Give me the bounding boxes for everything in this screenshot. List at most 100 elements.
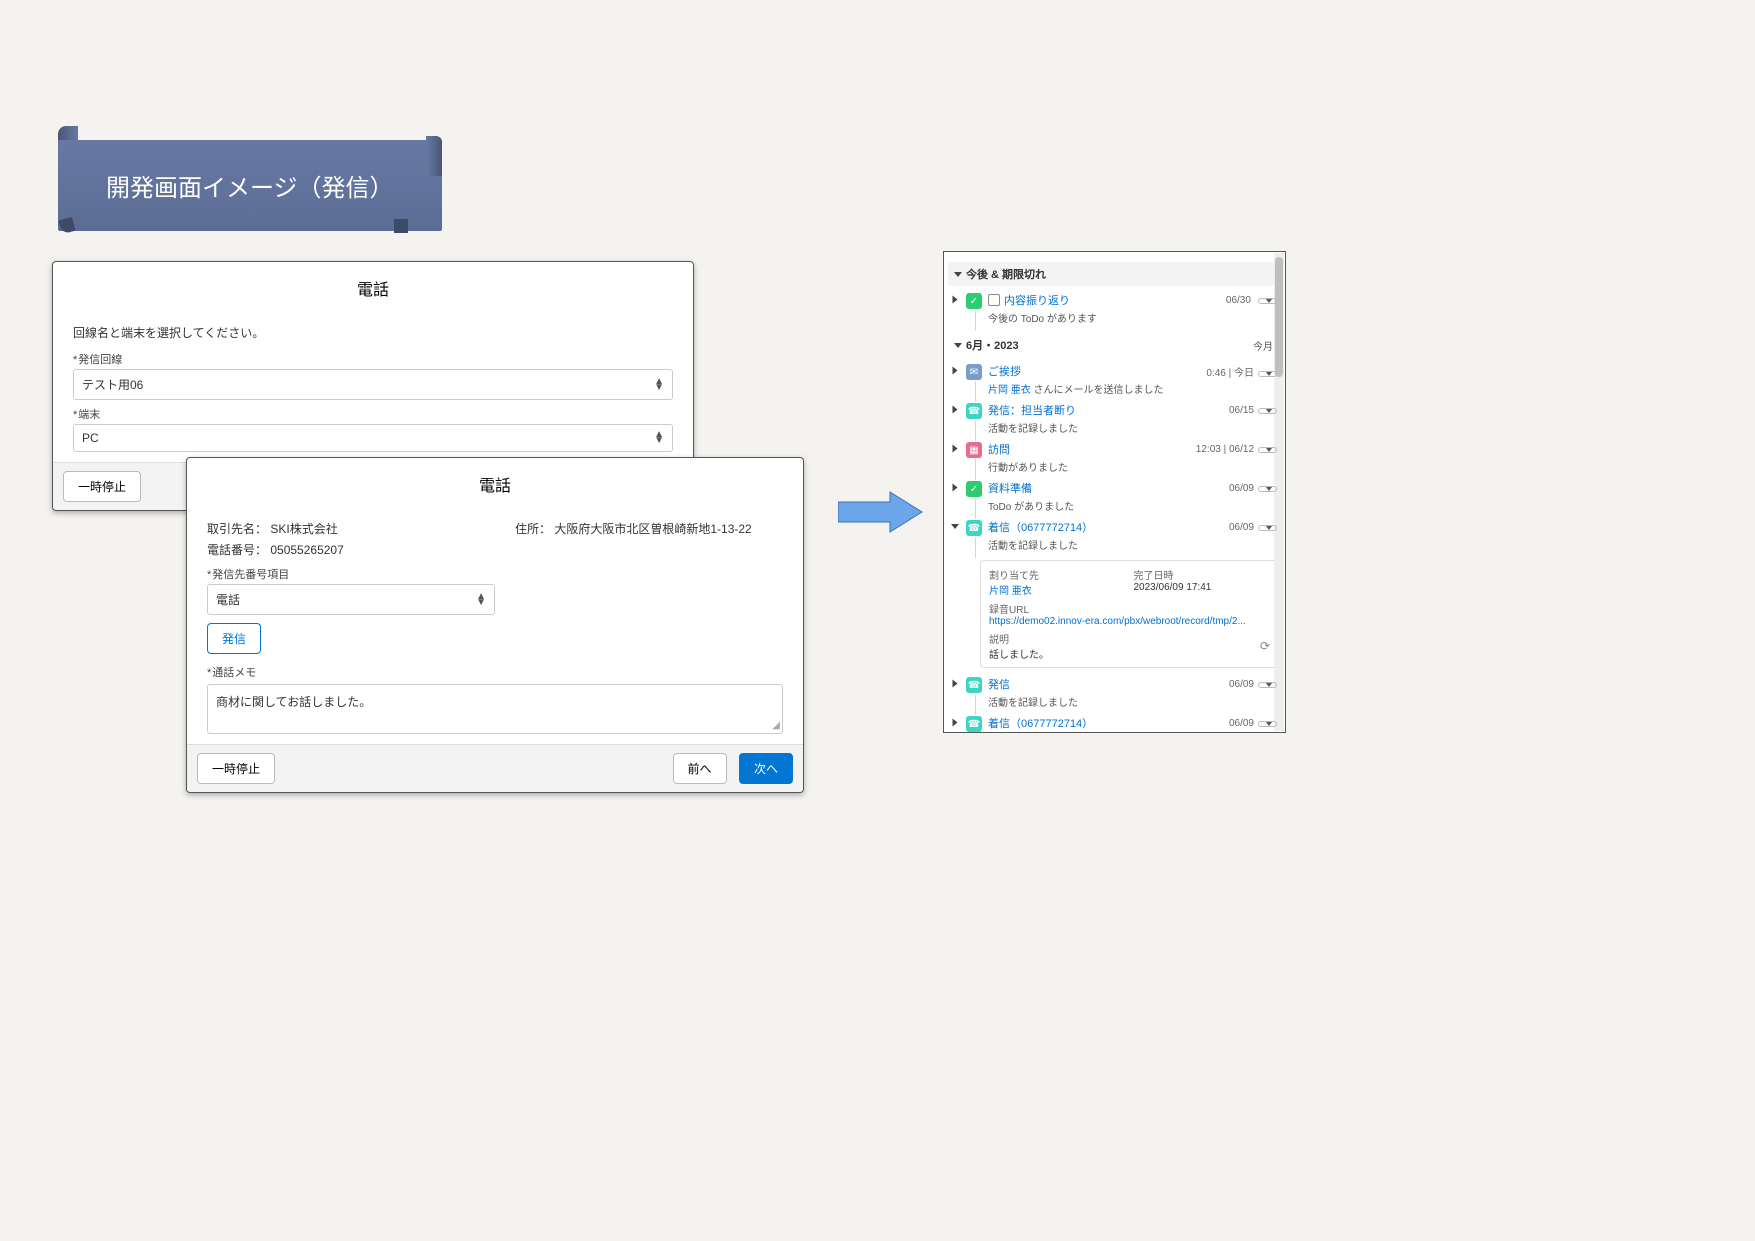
call-icon: ☎ (966, 520, 982, 536)
resize-handle-icon[interactable]: ◢ (772, 720, 780, 731)
chevron-right-icon (953, 484, 958, 492)
timeline-item[interactable]: ✉ ご挨拶 0:46 | 今日 片岡 亜衣 さんにメールを送信しました (948, 361, 1279, 400)
item-date: 12:03 | 06/12 (1196, 444, 1254, 455)
item-menu[interactable] (1258, 371, 1277, 377)
timeline-connector (975, 459, 976, 480)
terminal-value: PC (82, 431, 99, 445)
timeline-item[interactable]: ☎ 着信（0677772714） 06/09 活動を記録しました (948, 713, 1279, 732)
call-icon: ☎ (966, 403, 982, 419)
expand-chevron[interactable] (950, 676, 960, 689)
arrow-right-icon (838, 490, 924, 539)
timeline-item[interactable]: ▦ 訪問 12:03 | 06/12 行動がありました (948, 439, 1279, 478)
item-date: 06/30 (1226, 295, 1251, 306)
ribbon-curl-right (426, 136, 442, 176)
stepper-icon: ▲▼ (654, 432, 664, 444)
terminal-label: 端末 (73, 406, 673, 422)
item-title[interactable]: ご挨拶 (988, 363, 1021, 379)
expand-chevron[interactable] (950, 292, 960, 305)
item-detail-panel: 割り当て先 片岡 亜衣 完了日時 2023/06/09 17:41 録音URL … (980, 560, 1279, 668)
todo-checkbox[interactable] (988, 294, 1000, 306)
chevron-right-icon (953, 296, 958, 304)
item-menu[interactable] (1258, 525, 1277, 531)
chevron-right-icon (953, 406, 958, 414)
section-title: 今後 & 期限切れ (966, 266, 1046, 282)
line-select[interactable]: テスト用06 ▲▼ (73, 369, 673, 400)
item-title[interactable]: 内容振り返り (1004, 292, 1070, 308)
expand-chevron[interactable] (950, 402, 960, 415)
phonefield-select[interactable]: 電話 ▲▼ (207, 584, 495, 615)
item-sub: 活動を記録しました (988, 420, 1277, 435)
expand-chevron[interactable] (950, 363, 960, 376)
item-title[interactable]: 着信（0677772714） (988, 519, 1093, 535)
item-sub: 活動を記録しました (988, 537, 1277, 552)
item-sub: 行動がありました (988, 459, 1277, 474)
dialog-call: 電話 取引先名： SKI株式会社 住所： 大阪府大阪市北区曽根崎新地1-13-2… (186, 457, 804, 793)
item-menu[interactable] (1258, 486, 1277, 492)
expand-chevron[interactable] (950, 715, 960, 728)
item-date: 06/09 (1229, 522, 1254, 533)
phone-value: 05055265207 (270, 543, 343, 557)
call-button[interactable]: 発信 (207, 623, 261, 654)
stepper-icon: ▲▼ (476, 594, 486, 606)
complete-value: 2023/06/09 17:41 (1134, 582, 1271, 593)
event-icon: ▦ (966, 442, 982, 458)
chevron-down-icon (954, 272, 962, 277)
section-month[interactable]: 6月・2023 今月 (948, 333, 1279, 357)
item-title[interactable]: 着信（0677772714） (988, 715, 1093, 731)
title-ribbon: 開発画面イメージ（発信） (58, 140, 442, 231)
pause-button[interactable]: 一時停止 (197, 753, 275, 784)
chevron-right-icon (953, 680, 958, 688)
prev-button[interactable]: 前へ (673, 753, 727, 784)
timeline-item[interactable]: ✓ 資料準備 06/09 ToDo がありました (948, 478, 1279, 517)
ribbon-title: 開発画面イメージ（発信） (106, 175, 394, 202)
chevron-right-icon (953, 367, 958, 375)
memo-label: 説明 (989, 631, 1049, 646)
item-title[interactable]: 訪問 (988, 441, 1010, 457)
terminal-select[interactable]: PC ▲▼ (73, 424, 673, 452)
call-icon: ☎ (966, 677, 982, 693)
timeline-item[interactable]: ☎ 発信 06/09 活動を記録しました (948, 674, 1279, 713)
address-value: 大阪府大阪市北区曽根崎新地1-13-22 (554, 522, 751, 536)
phonefield-label: 発信先番号項目 (207, 566, 783, 582)
timeline-item[interactable]: ☎ 発信：担当者断り 06/15 活動を記録しました (948, 400, 1279, 439)
memo-textarea[interactable]: 商材に関してお話しました。 ◢ (207, 684, 783, 734)
item-menu[interactable] (1258, 408, 1277, 414)
user-link[interactable]: 片岡 亜衣 (988, 385, 1031, 396)
next-button[interactable]: 次へ (739, 753, 793, 784)
item-menu[interactable] (1258, 298, 1277, 304)
expand-chevron[interactable] (950, 441, 960, 454)
call-icon: ☎ (966, 716, 982, 732)
assign-value-link[interactable]: 片岡 亜衣 (989, 586, 1032, 597)
item-date: 06/09 (1229, 679, 1254, 690)
item-menu[interactable] (1258, 721, 1277, 727)
item-menu[interactable] (1258, 682, 1277, 688)
email-icon: ✉ (966, 364, 982, 380)
item-date: 06/09 (1229, 718, 1254, 729)
item-title[interactable]: 資料準備 (988, 480, 1032, 496)
assign-label: 割り当て先 (989, 567, 1126, 582)
timeline-item-todo[interactable]: ✓ 内容振り返り 06/30 今後の ToDo があります (948, 290, 1279, 329)
memo-label: 通話メモ (207, 664, 783, 680)
expand-chevron[interactable] (950, 480, 960, 493)
todo-icon: ✓ (966, 293, 982, 309)
pause-button[interactable]: 一時停止 (63, 471, 141, 502)
collapse-chevron[interactable] (950, 519, 960, 532)
timeline-item-expanded[interactable]: ☎ 着信（0677772714） 06/09 活動を記録しました (948, 517, 1279, 556)
dialog1-instruction: 回線名と端末を選択してください。 (73, 324, 673, 341)
item-date: 0:46 | 今日 (1206, 368, 1254, 379)
refresh-icon[interactable]: ⟳ (1260, 639, 1270, 653)
item-title[interactable]: 発信 (988, 676, 1010, 692)
account-value: SKI株式会社 (270, 522, 337, 536)
section-upcoming[interactable]: 今後 & 期限切れ (948, 262, 1279, 286)
item-title[interactable]: 発信：担当者断り (988, 402, 1076, 418)
item-menu[interactable] (1258, 447, 1277, 453)
recording-url-link[interactable]: https://demo02.innov-era.com/pbx/webroot… (989, 616, 1246, 627)
timeline-connector (975, 381, 976, 402)
item-sub: 今後の ToDo があります (988, 310, 1277, 325)
phone-label: 電話番号： (207, 543, 267, 557)
url-label: 録音URL (989, 601, 1270, 616)
todo-icon: ✓ (966, 481, 982, 497)
item-sub: 片岡 亜衣 さんにメールを送信しました (988, 381, 1277, 396)
memo-value: 話しました。 (989, 646, 1049, 661)
chevron-down-icon (951, 524, 959, 529)
